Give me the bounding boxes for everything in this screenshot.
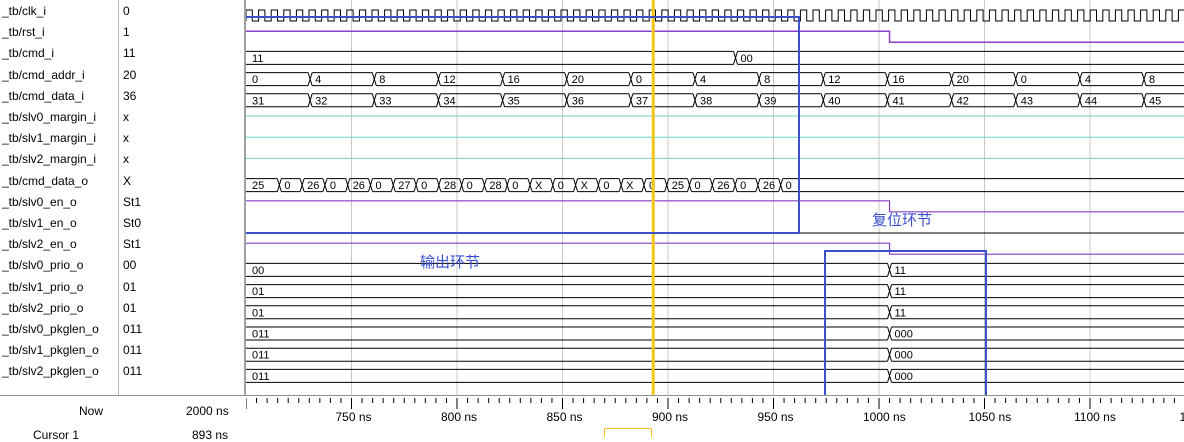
signal-value: x xyxy=(123,107,241,128)
cursor-value: 893 ns xyxy=(192,428,228,442)
signal-name[interactable]: _tb/slv0_margin_i xyxy=(2,107,118,128)
ruler-label: 1150 xyxy=(1180,410,1184,424)
signal-value: x xyxy=(123,128,241,149)
now-value: 2000 ns xyxy=(186,404,229,418)
signal-name[interactable]: _tb/slv0_en_o xyxy=(2,192,118,213)
signal-name[interactable]: _tb/cmd_data_o xyxy=(2,171,118,192)
signal-value: St1 xyxy=(123,192,241,213)
signal-value: 0 xyxy=(123,1,241,22)
signal-name[interactable]: _tb/clk_i xyxy=(2,1,118,22)
signal-value: 1 xyxy=(123,22,241,43)
signal-value: 00 xyxy=(123,255,241,276)
signal-value: 011 xyxy=(123,361,241,382)
ruler-label: 900 ns xyxy=(652,410,688,424)
signal-name[interactable]: _tb/slv2_margin_i xyxy=(2,149,118,170)
slv1-prio-o-value: 01 xyxy=(252,286,264,298)
signal-name[interactable]: _tb/slv1_en_o xyxy=(2,213,118,234)
signal-value: 011 xyxy=(123,319,241,340)
signal-name[interactable]: _tb/slv2_pkglen_o xyxy=(2,361,118,382)
signal-value: 20 xyxy=(123,65,241,86)
reset-phase-box xyxy=(824,250,987,395)
ruler-label: 1050 ns xyxy=(969,410,1012,424)
cmd-addr-i-value: 16 xyxy=(892,74,904,86)
signal-name[interactable]: _tb/slv0_pkglen_o xyxy=(2,319,118,340)
signal-name[interactable]: _tb/cmd_data_i xyxy=(2,86,118,107)
signal-value: 01 xyxy=(123,277,241,298)
signal-value: 011 xyxy=(123,340,241,361)
signal-name[interactable]: _tb/rst_i xyxy=(2,22,118,43)
signal-name[interactable]: _tb/slv1_margin_i xyxy=(2,128,118,149)
ruler-label: 850 ns xyxy=(547,410,583,424)
waveform-pane[interactable]: 1100048121620048121620048313233343536373… xyxy=(246,0,1184,395)
output-phase-label: 输出环节 xyxy=(420,251,480,272)
now-label: Now xyxy=(79,404,103,418)
time-ruler[interactable]: 750 ns 800 ns 850 ns 900 ns 950 ns 1000 ns 105… xyxy=(246,396,1184,436)
slv2-pkglen-o-value: 011 xyxy=(252,371,270,383)
slv2-prio-o-value: 01 xyxy=(252,307,264,319)
ruler-label: 950 ns xyxy=(758,410,794,424)
cmd-addr-i-value: 12 xyxy=(828,74,840,86)
ruler-label: 1000 ns xyxy=(863,410,906,424)
signal-name[interactable]: _tb/slv2_en_o xyxy=(2,234,118,255)
slv1-pkglen-o-value: 011 xyxy=(252,350,270,362)
slv2-en-waveform xyxy=(246,243,1184,254)
slv0-pkglen-o-value: 011 xyxy=(252,329,270,341)
ruler-label: 1100 ns xyxy=(1074,410,1116,424)
signal-value: St0 xyxy=(123,213,241,234)
cmd-addr-i-value: 20 xyxy=(957,74,969,86)
cmd-addr-i-value: 0 xyxy=(1021,74,1027,86)
ruler-ticks xyxy=(246,396,1184,436)
signal-name[interactable]: _tb/slv1_prio_o xyxy=(2,277,118,298)
signal-value-pane: 01112036xxxXSt1St0St1000101011011011 xyxy=(119,0,246,395)
signal-name-pane: _tb/clk_i_tb/rst_i_tb/cmd_i_tb/cmd_addr_… xyxy=(0,0,119,395)
signal-name[interactable]: _tb/slv0_prio_o xyxy=(2,255,118,276)
slv0-prio-o-value: 00 xyxy=(252,265,264,277)
cmd-data-i-value: 41 xyxy=(892,95,904,107)
signal-value: 01 xyxy=(123,298,241,319)
signal-value: 36 xyxy=(123,86,241,107)
signal-value: St1 xyxy=(123,234,241,255)
cmd-data-i-value: 45 xyxy=(1149,95,1161,107)
signal-name[interactable]: _tb/slv2_prio_o xyxy=(2,298,118,319)
cursor-time-marker[interactable] xyxy=(604,428,652,437)
cmd-addr-i-value: 4 xyxy=(1085,74,1091,86)
output-phase-box xyxy=(246,16,800,234)
time-ruler-bar: Now 2000 ns Cursor 1 893 ns 750 ns800 ns… xyxy=(0,395,1184,436)
cursor-label: Cursor 1 xyxy=(33,428,79,442)
signal-value: 11 xyxy=(123,43,241,64)
cmd-addr-i-value: 8 xyxy=(1149,74,1155,86)
signal-name[interactable]: _tb/cmd_addr_i xyxy=(2,65,118,86)
cmd-data-i-value: 44 xyxy=(1085,95,1097,107)
ruler-label: 750 ns xyxy=(336,410,372,424)
signal-name[interactable]: _tb/slv1_pkglen_o xyxy=(2,340,118,361)
reset-phase-label: 复位环节 xyxy=(872,209,932,230)
signal-value: x xyxy=(123,149,241,170)
cmd-data-i-value: 43 xyxy=(1021,95,1033,107)
ruler-label: 800 ns xyxy=(441,410,477,424)
cmd-data-i-value: 42 xyxy=(957,95,969,107)
signal-value: X xyxy=(123,171,241,192)
signal-name[interactable]: _tb/cmd_i xyxy=(2,43,118,64)
cmd-data-i-value: 40 xyxy=(828,95,840,107)
